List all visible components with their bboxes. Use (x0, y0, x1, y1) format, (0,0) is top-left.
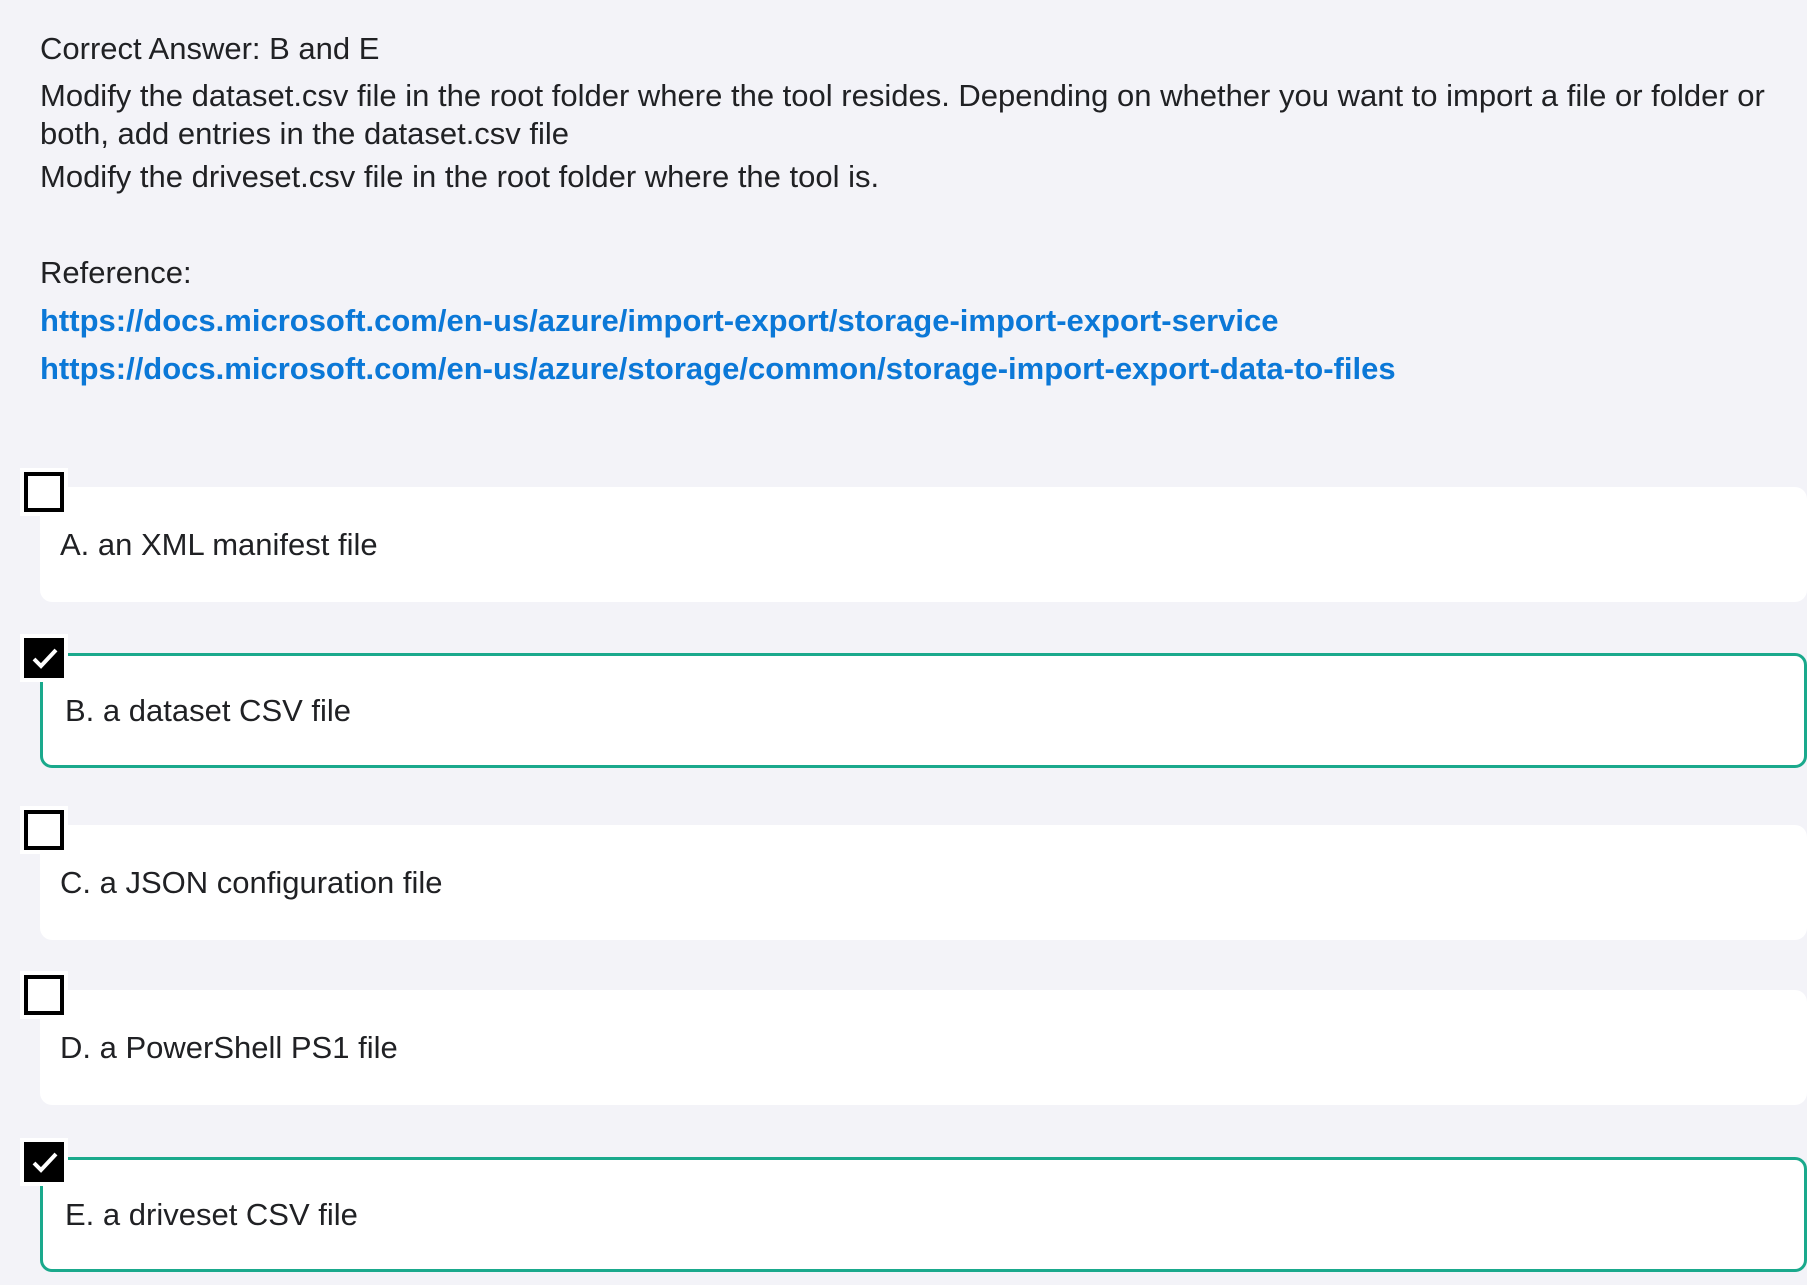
option-card-d[interactable]: D. a PowerShell PS1 file (40, 990, 1807, 1105)
option-label-c: C. a JSON configuration file (60, 864, 443, 900)
option-checkbox-c[interactable] (24, 810, 64, 850)
option-label-b: B. a dataset CSV file (65, 692, 352, 728)
option-card-e[interactable]: E. a driveset CSV file (40, 1157, 1807, 1272)
reference-label: Reference: (40, 255, 192, 290)
option-label-a: A. an XML manifest file (60, 526, 378, 562)
explanation-paragraph-2: Modify the driveset.csv file in the root… (40, 159, 880, 194)
option-checkbox-e[interactable] (24, 1142, 64, 1182)
option-label-e: E. a driveset CSV file (65, 1196, 358, 1232)
option-checkbox-d[interactable] (24, 975, 64, 1015)
reference-link-2[interactable]: https://docs.microsoft.com/en-us/azure/s… (40, 350, 1396, 388)
checkmark-icon (32, 648, 58, 669)
option-card-c[interactable]: C. a JSON configuration file (40, 825, 1807, 940)
correct-answer-text: Correct Answer: B and E (40, 31, 380, 66)
explanation-paragraph-1: Modify the dataset.csv file in the root … (40, 78, 1765, 151)
reference-link-1[interactable]: https://docs.microsoft.com/en-us/azure/i… (40, 302, 1279, 340)
checkmark-icon (32, 1152, 58, 1173)
option-card-b[interactable]: B. a dataset CSV file (40, 653, 1807, 768)
option-checkbox-b[interactable] (24, 638, 64, 678)
option-checkbox-a[interactable] (24, 472, 64, 512)
option-card-a[interactable]: A. an XML manifest file (40, 487, 1807, 602)
option-label-d: D. a PowerShell PS1 file (60, 1029, 398, 1065)
